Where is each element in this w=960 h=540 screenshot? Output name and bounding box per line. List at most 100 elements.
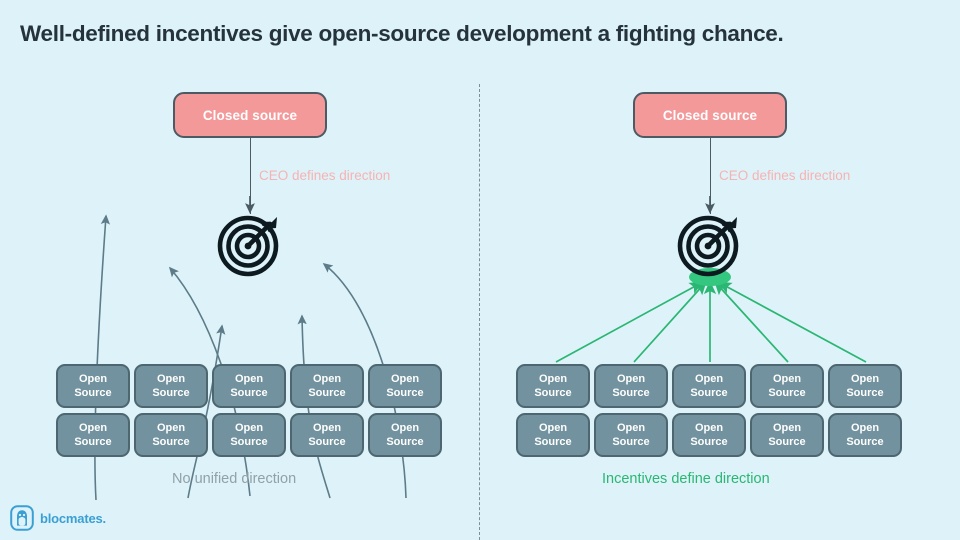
open-source-cell: Open Source [592,413,670,457]
open-source-line2: Source [386,387,424,399]
open-source-box: Open Source [594,364,668,408]
open-source-line1: Open [390,372,420,385]
open-source-cell: Open Source [54,364,132,408]
open-source-grid-left: Open Source Open Source Open Source Open Sou… [54,364,444,457]
closed-source-label-left: Closed source [202,107,298,123]
open-source-box: Open Source [750,413,824,457]
open-source-line1: Open [616,372,646,385]
target-bullseye-icon-right [677,215,739,277]
open-source-cell: Open Source [514,413,592,457]
open-source-box: Open Source [750,364,824,408]
open-source-cell: Open Source [132,364,210,408]
open-source-line1: Open [694,372,724,385]
open-source-box: Open Source [290,413,364,457]
open-source-box: Open Source [368,413,442,457]
open-source-line1: Open [156,372,186,385]
open-source-line1: Open [78,372,108,385]
open-source-line1: Open [312,372,342,385]
open-source-line1: Open [694,421,724,434]
open-source-box: Open Source [672,364,746,408]
open-source-line1: Open [616,421,646,434]
open-source-grid-right: Open Source Open Source Open Source Open Sou… [514,364,904,457]
open-source-line1: Open [234,421,264,434]
open-source-line1: Open [538,421,568,434]
open-source-line2: Source [768,436,806,448]
open-source-cell: Open Source [210,413,288,457]
open-source-cell: Open Source [132,413,210,457]
open-source-cell: Open Source [366,364,444,408]
open-source-box: Open Source [594,413,668,457]
open-source-box: Open Source [516,413,590,457]
open-source-line2: Source [74,436,112,448]
open-source-line2: Source [308,387,346,399]
page-title: Well-defined incentives give open-source… [20,21,784,46]
closed-source-box-left: Closed source [173,92,327,138]
caption-incentives-define-direction: Incentives define direction [602,471,770,487]
open-source-cell: Open Source [288,364,366,408]
open-source-line2: Source [74,387,112,399]
open-source-box: Open Source [212,364,286,408]
open-source-line1: Open [850,421,880,434]
open-source-box: Open Source [290,364,364,408]
open-source-line1: Open [312,421,342,434]
open-source-line2: Source [386,436,424,448]
blocmates-logo-text: blocmates. [40,510,106,526]
panel-divider [479,84,480,540]
open-source-line2: Source [230,436,268,448]
open-source-cell: Open Source [748,413,826,457]
open-source-line2: Source [768,387,806,399]
ceo-connector-right [710,138,711,214]
slide-canvas: Well-defined incentives give open-source… [0,0,960,540]
open-source-box: Open Source [134,413,208,457]
open-source-line2: Source [612,387,650,399]
open-source-cell: Open Source [826,413,904,457]
scattered-arrows-left [94,196,407,501]
open-source-cell: Open Source [288,413,366,457]
open-source-box: Open Source [368,364,442,408]
open-source-line2: Source [846,387,884,399]
closed-source-label-right: Closed source [662,107,758,123]
caption-no-unified-direction: No unified direction [172,471,297,487]
target-bullseye-icon-left [217,215,279,277]
open-source-line1: Open [390,421,420,434]
open-source-line2: Source [534,436,572,448]
open-source-box: Open Source [212,413,286,457]
blocmates-penguin-icon [10,505,34,531]
open-source-line2: Source [152,387,190,399]
closed-source-box-right: Closed source [633,92,787,138]
open-source-line1: Open [234,372,264,385]
open-source-line2: Source [534,387,572,399]
open-source-line2: Source [152,436,190,448]
open-source-line2: Source [230,387,268,399]
open-source-line2: Source [690,387,728,399]
open-source-box: Open Source [828,364,902,408]
open-source-line2: Source [846,436,884,448]
open-source-line1: Open [850,372,880,385]
open-source-cell: Open Source [592,364,670,408]
open-source-box: Open Source [828,413,902,457]
open-source-cell: Open Source [748,364,826,408]
open-source-box: Open Source [56,364,130,408]
open-source-line1: Open [772,421,802,434]
open-source-line1: Open [772,372,802,385]
blocmates-logo[interactable]: blocmates. [10,505,106,531]
open-source-line1: Open [538,372,568,385]
converging-arrows-right [555,196,867,363]
open-source-line1: Open [78,421,108,434]
open-source-line2: Source [612,436,650,448]
ceo-connector-left [250,138,251,214]
open-source-box: Open Source [134,364,208,408]
open-source-box: Open Source [516,364,590,408]
open-source-cell: Open Source [366,413,444,457]
open-source-box: Open Source [56,413,130,457]
ceo-defines-direction-label-right: CEO defines direction [719,168,851,183]
open-source-line1: Open [156,421,186,434]
open-source-cell: Open Source [826,364,904,408]
open-source-cell: Open Source [54,413,132,457]
open-source-line2: Source [690,436,728,448]
open-source-line2: Source [308,436,346,448]
open-source-box: Open Source [672,413,746,457]
open-source-cell: Open Source [514,364,592,408]
open-source-cell: Open Source [210,364,288,408]
open-source-cell: Open Source [670,364,748,408]
